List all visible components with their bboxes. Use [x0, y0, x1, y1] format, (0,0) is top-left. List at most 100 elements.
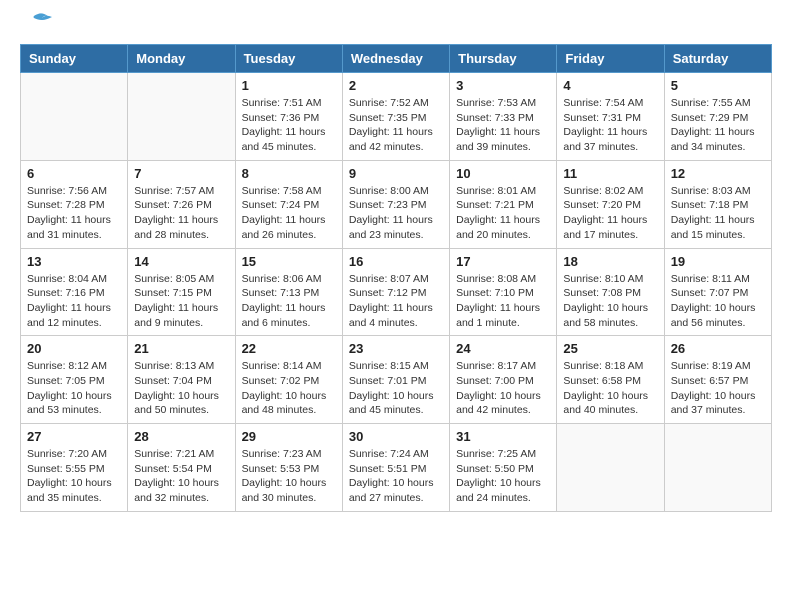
calendar-cell: 26 Sunrise: 8:19 AMSunset: 6:57 PMDayligh…	[664, 336, 771, 424]
day-info: Sunrise: 8:10 AMSunset: 7:08 PMDaylight:…	[563, 272, 657, 331]
day-info: Sunrise: 8:18 AMSunset: 6:58 PMDaylight:…	[563, 359, 657, 418]
calendar-week-row: 1 Sunrise: 7:51 AMSunset: 7:36 PMDaylight…	[21, 73, 772, 161]
calendar-header-row: SundayMondayTuesdayWednesdayThursdayFrid…	[21, 45, 772, 73]
day-number: 29	[242, 429, 336, 444]
day-number: 21	[134, 341, 228, 356]
weekday-header-monday: Monday	[128, 45, 235, 73]
calendar-cell: 18 Sunrise: 8:10 AMSunset: 7:08 PMDayligh…	[557, 248, 664, 336]
calendar-cell: 10Sunrise: 8:01 AMSunset: 7:21 PMDayligh…	[450, 160, 557, 248]
day-info: Sunrise: 7:56 AMSunset: 7:28 PMDaylight:…	[27, 184, 121, 243]
day-info: Sunrise: 8:19 AMSunset: 6:57 PMDaylight:…	[671, 359, 765, 418]
logo	[20, 20, 52, 34]
day-number: 5	[671, 78, 765, 93]
day-number: 23	[349, 341, 443, 356]
calendar-cell: 14Sunrise: 8:05 AMSunset: 7:15 PMDayligh…	[128, 248, 235, 336]
day-number: 28	[134, 429, 228, 444]
calendar-week-row: 13 Sunrise: 8:04 AMSunset: 7:16 PMDayligh…	[21, 248, 772, 336]
calendar-cell: 21Sunrise: 8:13 AMSunset: 7:04 PMDayligh…	[128, 336, 235, 424]
day-info: Sunrise: 7:25 AMSunset: 5:50 PMDaylight:…	[456, 447, 550, 506]
day-number: 16	[349, 254, 443, 269]
weekday-header-tuesday: Tuesday	[235, 45, 342, 73]
calendar-cell	[128, 73, 235, 161]
calendar-cell: 28 Sunrise: 7:21 AMSunset: 5:54 PMDayligh…	[128, 424, 235, 512]
calendar-week-row: 27 Sunrise: 7:20 AMSunset: 5:55 PMDayligh…	[21, 424, 772, 512]
day-number: 19	[671, 254, 765, 269]
calendar-cell: 17 Sunrise: 8:08 AMSunset: 7:10 PMDayligh…	[450, 248, 557, 336]
day-number: 3	[456, 78, 550, 93]
weekday-header-sunday: Sunday	[21, 45, 128, 73]
day-number: 27	[27, 429, 121, 444]
page-header	[20, 20, 772, 34]
day-number: 8	[242, 166, 336, 181]
calendar-cell: 6 Sunrise: 7:56 AMSunset: 7:28 PMDaylight…	[21, 160, 128, 248]
day-number: 11	[563, 166, 657, 181]
day-info: Sunrise: 7:24 AMSunset: 5:51 PMDaylight:…	[349, 447, 443, 506]
day-number: 9	[349, 166, 443, 181]
calendar-cell: 3 Sunrise: 7:53 AMSunset: 7:33 PMDaylight…	[450, 73, 557, 161]
calendar-cell: 9 Sunrise: 8:00 AMSunset: 7:23 PMDaylight…	[342, 160, 449, 248]
day-number: 18	[563, 254, 657, 269]
day-number: 25	[563, 341, 657, 356]
day-info: Sunrise: 7:23 AMSunset: 5:53 PMDaylight:…	[242, 447, 336, 506]
calendar-cell: 11 Sunrise: 8:02 AMSunset: 7:20 PMDayligh…	[557, 160, 664, 248]
day-info: Sunrise: 8:07 AMSunset: 7:12 PMDaylight:…	[349, 272, 443, 331]
day-number: 20	[27, 341, 121, 356]
day-info: Sunrise: 8:08 AMSunset: 7:10 PMDaylight:…	[456, 272, 550, 331]
day-number: 17	[456, 254, 550, 269]
day-info: Sunrise: 8:06 AMSunset: 7:13 PMDaylight:…	[242, 272, 336, 331]
day-info: Sunrise: 8:12 AMSunset: 7:05 PMDaylight:…	[27, 359, 121, 418]
day-number: 4	[563, 78, 657, 93]
day-info: Sunrise: 8:04 AMSunset: 7:16 PMDaylight:…	[27, 272, 121, 331]
day-number: 24	[456, 341, 550, 356]
calendar-cell: 5 Sunrise: 7:55 AMSunset: 7:29 PMDaylight…	[664, 73, 771, 161]
weekday-header-friday: Friday	[557, 45, 664, 73]
calendar-cell	[664, 424, 771, 512]
calendar-cell: 12Sunrise: 8:03 AMSunset: 7:18 PMDayligh…	[664, 160, 771, 248]
day-info: Sunrise: 7:21 AMSunset: 5:54 PMDaylight:…	[134, 447, 228, 506]
day-info: Sunrise: 7:52 AMSunset: 7:35 PMDaylight:…	[349, 96, 443, 155]
calendar-week-row: 6 Sunrise: 7:56 AMSunset: 7:28 PMDaylight…	[21, 160, 772, 248]
day-info: Sunrise: 8:14 AMSunset: 7:02 PMDaylight:…	[242, 359, 336, 418]
weekday-header-thursday: Thursday	[450, 45, 557, 73]
day-info: Sunrise: 7:51 AMSunset: 7:36 PMDaylight:…	[242, 96, 336, 155]
day-info: Sunrise: 7:55 AMSunset: 7:29 PMDaylight:…	[671, 96, 765, 155]
day-number: 2	[349, 78, 443, 93]
calendar-cell: 27 Sunrise: 7:20 AMSunset: 5:55 PMDayligh…	[21, 424, 128, 512]
day-number: 6	[27, 166, 121, 181]
calendar-week-row: 20 Sunrise: 8:12 AMSunset: 7:05 PMDayligh…	[21, 336, 772, 424]
calendar-cell: 7 Sunrise: 7:57 AMSunset: 7:26 PMDaylight…	[128, 160, 235, 248]
day-number: 31	[456, 429, 550, 444]
day-info: Sunrise: 7:20 AMSunset: 5:55 PMDaylight:…	[27, 447, 121, 506]
calendar-cell: 15 Sunrise: 8:06 AMSunset: 7:13 PMDayligh…	[235, 248, 342, 336]
calendar-cell: 25 Sunrise: 8:18 AMSunset: 6:58 PMDayligh…	[557, 336, 664, 424]
day-info: Sunrise: 8:17 AMSunset: 7:00 PMDaylight:…	[456, 359, 550, 418]
calendar-cell: 20 Sunrise: 8:12 AMSunset: 7:05 PMDayligh…	[21, 336, 128, 424]
day-number: 1	[242, 78, 336, 93]
day-number: 22	[242, 341, 336, 356]
day-info: Sunrise: 8:15 AMSunset: 7:01 PMDaylight:…	[349, 359, 443, 418]
day-info: Sunrise: 7:54 AMSunset: 7:31 PMDaylight:…	[563, 96, 657, 155]
calendar-cell: 23 Sunrise: 8:15 AMSunset: 7:01 PMDayligh…	[342, 336, 449, 424]
calendar-cell: 22 Sunrise: 8:14 AMSunset: 7:02 PMDayligh…	[235, 336, 342, 424]
calendar-cell: 8Sunrise: 7:58 AMSunset: 7:24 PMDaylight…	[235, 160, 342, 248]
day-info: Sunrise: 8:05 AMSunset: 7:15 PMDaylight:…	[134, 272, 228, 331]
calendar-cell: 24 Sunrise: 8:17 AMSunset: 7:00 PMDayligh…	[450, 336, 557, 424]
day-info: Sunrise: 8:11 AMSunset: 7:07 PMDaylight:…	[671, 272, 765, 331]
calendar-cell: 31 Sunrise: 7:25 AMSunset: 5:50 PMDayligh…	[450, 424, 557, 512]
calendar-cell: 4 Sunrise: 7:54 AMSunset: 7:31 PMDaylight…	[557, 73, 664, 161]
day-number: 15	[242, 254, 336, 269]
calendar-cell	[21, 73, 128, 161]
calendar-cell: 13 Sunrise: 8:04 AMSunset: 7:16 PMDayligh…	[21, 248, 128, 336]
day-number: 30	[349, 429, 443, 444]
day-info: Sunrise: 7:57 AMSunset: 7:26 PMDaylight:…	[134, 184, 228, 243]
day-info: Sunrise: 8:00 AMSunset: 7:23 PMDaylight:…	[349, 184, 443, 243]
day-number: 7	[134, 166, 228, 181]
weekday-header-saturday: Saturday	[664, 45, 771, 73]
day-number: 13	[27, 254, 121, 269]
day-number: 26	[671, 341, 765, 356]
day-info: Sunrise: 8:01 AMSunset: 7:21 PMDaylight:…	[456, 184, 550, 243]
day-info: Sunrise: 7:53 AMSunset: 7:33 PMDaylight:…	[456, 96, 550, 155]
day-info: Sunrise: 8:02 AMSunset: 7:20 PMDaylight:…	[563, 184, 657, 243]
calendar-cell: 16 Sunrise: 8:07 AMSunset: 7:12 PMDayligh…	[342, 248, 449, 336]
calendar-cell: 29 Sunrise: 7:23 AMSunset: 5:53 PMDayligh…	[235, 424, 342, 512]
